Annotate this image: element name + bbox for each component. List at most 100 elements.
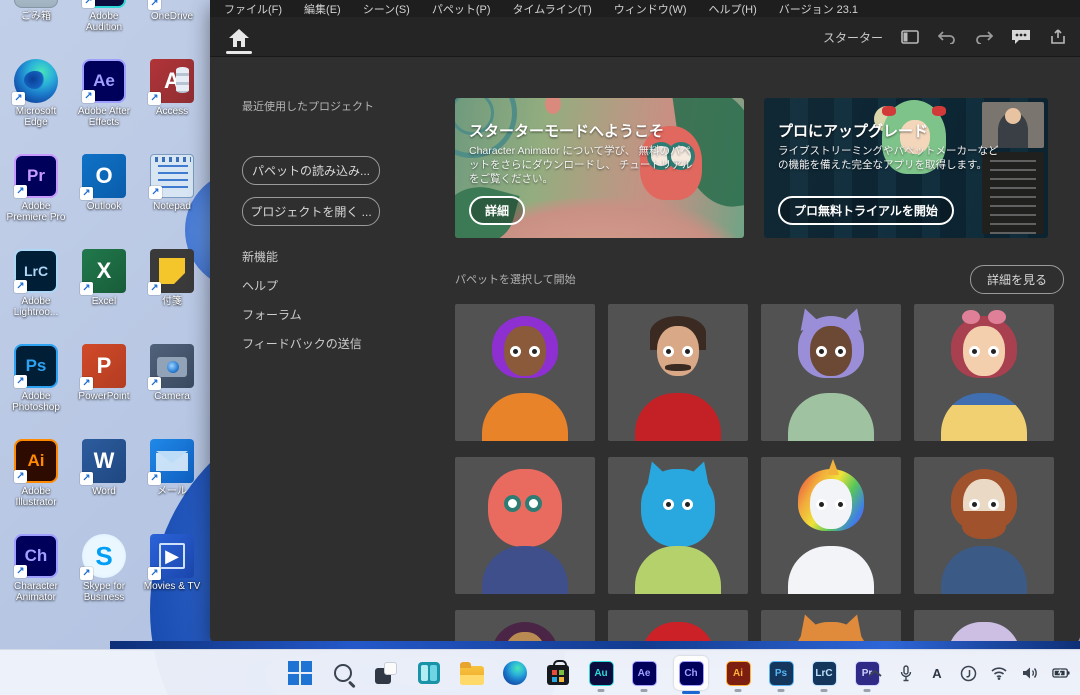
home-sidebar: 最近使用したプロジェクト パペットの読み込み... プロジェクトを開く ... … — [210, 58, 455, 644]
puppet-tile[interactable] — [455, 457, 595, 594]
lightroom-icon: LrC↗ — [14, 249, 58, 293]
feedback-bubble-icon[interactable] — [1011, 27, 1031, 47]
menu-version: バージョン 23.1 — [779, 1, 858, 17]
desktop-icon-mail[interactable]: ↗ メール — [138, 439, 206, 534]
desktop-icon-lightroom-classic[interactable]: LrC↗ Adobe Lightroo... — [2, 249, 70, 344]
folder-icon — [460, 666, 484, 685]
file-explorer-button[interactable] — [459, 657, 485, 689]
windows-logo-icon — [288, 661, 312, 685]
menu-help[interactable]: ヘルプ(H) — [709, 1, 757, 17]
sidebar-link-help[interactable]: ヘルプ — [242, 277, 455, 294]
desktop-icon-onedrive[interactable]: ☁↗ OneDrive — [138, 0, 206, 59]
shortcut-arrow-icon: ↗ — [14, 470, 27, 483]
taskbar-after-effects[interactable]: Ae — [631, 657, 657, 689]
shortcut-arrow-icon: ↗ — [148, 0, 161, 10]
desktop-icon-microsoft-edge[interactable]: ↗ Microsoft Edge — [2, 59, 70, 154]
puppet-tile[interactable] — [455, 304, 595, 441]
puppet-anime-girl-red-hair-sailor — [914, 304, 1054, 441]
desktop-icon-word[interactable]: W↗ Word — [70, 439, 138, 534]
desktop-icon-access[interactable]: A↗ Access — [138, 59, 206, 154]
shortcut-arrow-icon: ↗ — [80, 187, 93, 200]
battery-icon[interactable] — [1052, 664, 1070, 682]
puppet-lavender-character-partial — [914, 610, 1054, 644]
desktop-icon-sticky-notes[interactable]: ↗ 付箋 — [138, 249, 206, 344]
taskbar-lightroom-classic[interactable]: LrC — [811, 657, 837, 689]
desktop-icon-notepad[interactable]: ↗ Notepad — [138, 154, 206, 249]
app-toolbar: スターター — [210, 17, 1080, 57]
shortcut-arrow-icon: ↗ — [80, 377, 93, 390]
taskbar-photoshop[interactable]: Ps — [768, 657, 794, 689]
layout-panel-icon[interactable] — [900, 27, 920, 47]
shortcut-arrow-icon: ↗ — [148, 377, 161, 390]
welcome-details-button[interactable]: 詳細 — [469, 196, 525, 225]
desktop-icon-adobe-audition[interactable]: Au↗ Adobe Audition — [70, 0, 138, 59]
sidebar-link-whats-new[interactable]: 新機能 — [242, 248, 455, 265]
microsoft-store-button[interactable] — [545, 657, 571, 689]
sidebar-link-send-feedback[interactable]: フィードバックの送信 — [242, 335, 455, 352]
desktop-icon-camera[interactable]: ↗ Camera — [138, 344, 206, 439]
menu-edit[interactable]: 編集(E) — [304, 1, 341, 17]
home-tab[interactable] — [224, 23, 254, 53]
sticky-notes-icon: ↗ — [150, 249, 194, 293]
open-project-button[interactable]: プロジェクトを開く ... — [242, 197, 380, 226]
upgrade-banner[interactable]: プロにアップグレード ライブストリーミングやパペットメーカーなどの機能を備えた完… — [764, 98, 1048, 238]
menu-file[interactable]: ファイル(F) — [224, 1, 282, 17]
redo-icon[interactable] — [974, 27, 994, 47]
puppet-tile[interactable] — [914, 304, 1054, 441]
ime-mode-indicator[interactable]: A — [928, 664, 946, 682]
widgets-button[interactable] — [416, 657, 442, 689]
puppet-tile[interactable] — [608, 304, 748, 441]
puppet-anime-cat-ear-purple-hair — [761, 304, 901, 441]
menu-timeline[interactable]: タイムライン(T) — [513, 1, 592, 17]
edge-icon — [503, 661, 527, 685]
shortcut-arrow-icon: ↗ — [80, 472, 93, 485]
wifi-icon[interactable] — [990, 664, 1008, 682]
puppet-tile[interactable] — [914, 610, 1054, 644]
shortcut-arrow-icon: ↗ — [14, 280, 27, 293]
shortcut-arrow-icon: ↗ — [148, 92, 161, 105]
puppet-tile[interactable] — [761, 304, 901, 441]
speaker-icon[interactable] — [1021, 664, 1039, 682]
shortcut-arrow-icon: ↗ — [80, 567, 93, 580]
search-button[interactable] — [330, 657, 356, 689]
clock-icon[interactable] — [959, 664, 977, 682]
menu-puppet[interactable]: パペット(P) — [432, 1, 491, 17]
puppet-tile[interactable] — [761, 457, 901, 594]
desktop-icon-excel[interactable]: X↗ Excel — [70, 249, 138, 344]
sidebar-link-forum[interactable]: フォーラム — [242, 306, 455, 323]
onedrive-icon: ☁↗ — [150, 0, 194, 8]
desktop-icon-after-effects[interactable]: Ae↗ Adobe After Effects — [70, 59, 138, 154]
desktop-icon-skype-for-business[interactable]: S↗ Skype for Business — [70, 534, 138, 629]
desktop-icon-outlook[interactable]: O↗ Outlook — [70, 154, 138, 249]
desktop-icon-movies-tv[interactable]: ▶↗ Movies & TV — [138, 534, 206, 629]
undo-icon[interactable] — [937, 27, 957, 47]
camera-icon: ↗ — [150, 344, 194, 388]
task-view-button[interactable] — [373, 657, 399, 689]
desktop-icon-illustrator[interactable]: Ai↗ Adobe Illustrator — [2, 439, 70, 534]
microphone-icon[interactable] — [897, 664, 915, 682]
desktop-icon-photoshop[interactable]: Ps↗ Adobe Photoshop — [2, 344, 70, 439]
taskbar-character-animator-active[interactable]: Ch — [674, 656, 708, 690]
desktop-icon-premiere-pro[interactable]: Pr↗ Adobe Premiere Pro — [2, 154, 70, 249]
puppet-tile[interactable] — [455, 610, 595, 644]
puppet-tile[interactable] — [608, 610, 748, 644]
chevron-up-icon[interactable] — [866, 664, 884, 682]
desktop-icon-recycle-bin[interactable]: ごみ箱 — [2, 0, 70, 59]
edge-taskbar-button[interactable] — [502, 657, 528, 689]
import-puppet-button[interactable]: パペットの読み込み... — [242, 156, 380, 185]
desktop-icon-powerpoint[interactable]: P↗ PowerPoint — [70, 344, 138, 439]
taskbar-illustrator[interactable]: Ai — [725, 657, 751, 689]
menu-window[interactable]: ウィンドウ(W) — [614, 1, 687, 17]
taskbar-audition[interactable]: Au — [588, 657, 614, 689]
menu-scene[interactable]: シーン(S) — [363, 1, 410, 17]
share-icon[interactable] — [1048, 27, 1068, 47]
puppet-tile[interactable] — [914, 457, 1054, 594]
welcome-banner[interactable]: スターターモードへようこそ Character Animator について学び、… — [455, 98, 744, 238]
puppet-tile[interactable] — [761, 610, 901, 644]
puppet-tile[interactable] — [608, 457, 748, 594]
desktop-icon-character-animator[interactable]: Ch↗ Character Animator — [2, 534, 70, 629]
start-pro-trial-button[interactable]: プロ無料トライアルを開始 — [778, 196, 954, 225]
see-details-button[interactable]: 詳細を見る — [970, 265, 1064, 294]
start-button[interactable] — [287, 657, 313, 689]
illustrator-icon: Ai↗ — [14, 439, 58, 483]
